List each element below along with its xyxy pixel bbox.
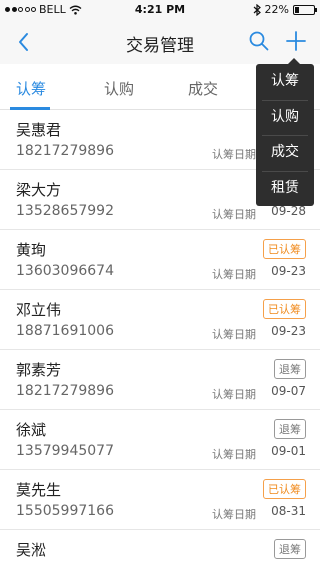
date-value: 09-23 [271,264,306,278]
date-label: 认筹日期 [212,388,256,401]
battery-percent: 22% [264,3,289,16]
customer-phone: 15505997166 [16,503,114,519]
customer-name: 邓立伟 [16,301,62,319]
nav-bar: 交易管理 [0,20,320,64]
customer-name: 莫先生 [16,481,62,499]
menu-item[interactable]: 成交 [256,135,314,171]
status-badge: 已认筹 [263,299,306,319]
status-badge: 退筹 [274,419,306,439]
customer-phone: 13603096674 [16,263,114,279]
customer-name: 郭素芳 [16,361,62,379]
date-label: 认筹日期 [212,148,256,161]
tab-subscription[interactable]: 认筹 [16,78,46,99]
search-icon[interactable] [248,30,270,52]
battery-fill [295,6,299,13]
battery-icon [293,4,317,15]
date-label: 认筹日期 [212,208,256,221]
page-title: 交易管理 [126,36,194,56]
date-value: 08-31 [271,504,306,518]
customer-name: 吴惠君 [16,121,62,139]
customer-phone: 18871691006 [16,323,114,339]
customer-phone: 18217279896 [16,383,114,399]
tab-deal[interactable]: 成交 [188,78,218,99]
date-label: 认筹日期 [212,508,256,521]
date-label: 认筹日期 [212,448,256,461]
list-item[interactable]: 邓立伟 18871691006 已认筹 认筹日期 09-23 [0,290,320,350]
bluetooth-icon [253,3,261,16]
status-right: 22% [253,3,317,16]
status-badge: 退筹 [274,539,306,559]
date-value: 09-01 [271,444,306,458]
customer-phone: 13579945077 [16,443,114,459]
list-item[interactable]: 郭素芳 18217279896 退筹认筹日期 09-07 [0,350,320,410]
date-value: 09-07 [271,384,306,398]
list-item[interactable]: 莫先生 15505997166 已认筹 认筹日期 08-31 [0,470,320,530]
customer-phone: 18217279896 [16,143,114,159]
status-bar: BELL 4:21 PM 22% [0,0,320,20]
tab-purchase[interactable]: 认购 [104,78,134,99]
menu-item[interactable]: 认筹 [256,64,314,100]
date-value: 09-23 [271,324,306,338]
date-label: 认筹日期 [212,328,256,341]
date-label: 认筹日期 [212,268,256,281]
list-item[interactable]: 徐斌 13579945077 退筹认筹日期 09-01 [0,410,320,470]
status-badge: 已认筹 [263,239,306,259]
customer-name: 梁大方 [16,181,62,199]
plus-icon[interactable] [284,29,308,53]
status-badge: 退筹 [274,359,306,379]
list-item[interactable]: 吴淞 退筹 [0,530,320,568]
customer-name: 徐斌 [16,421,47,439]
list-item[interactable]: 黄珣 13603096674 已认筹 认筹日期 09-23 [0,230,320,290]
status-badge: 已认筹 [263,479,306,499]
menu-item[interactable]: 租赁 [256,170,314,207]
customer-phone: 13528657992 [16,203,114,219]
date-value: 09-28 [271,204,306,218]
dropdown-menu: 认筹 认购 成交 租赁 [256,58,314,207]
customer-name: 黄珣 [16,241,47,259]
customer-name: 吴淞 [16,541,47,559]
menu-item[interactable]: 认购 [256,99,314,136]
